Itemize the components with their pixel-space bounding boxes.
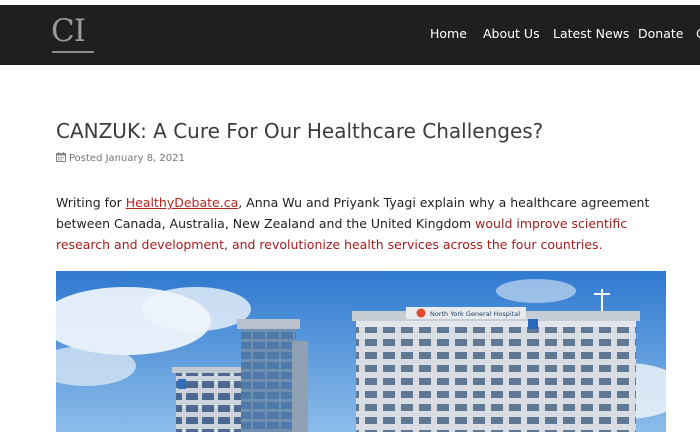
posted-date: Posted January 8, 2021 (69, 153, 185, 164)
logo-underline (52, 51, 94, 53)
post-meta: Posted January 8, 2021 (56, 152, 185, 167)
nav-latest-news[interactable]: Latest News (553, 26, 629, 42)
building-sign: North York General Hospital (430, 310, 520, 318)
intro-prefix: Writing for (56, 195, 126, 210)
article-title: CANZUK: A Cure For Our Healthcare Challe… (56, 119, 544, 143)
nav-home[interactable]: Home (430, 26, 467, 42)
site-header: CI Home About Us Latest News Donate C (0, 5, 700, 65)
nav-about-us[interactable]: About Us (483, 26, 540, 42)
healthydebate-link[interactable]: HealthyDebate.ca (126, 195, 238, 210)
site-logo[interactable]: CI (51, 13, 86, 49)
nav-donate[interactable]: Donate (638, 26, 683, 42)
article-intro: Writing for HealthyDebate.ca, Anna Wu an… (56, 192, 676, 255)
nav-item-cut-off[interactable]: C (696, 26, 700, 42)
hospital-photo: North York General Hospital (56, 271, 666, 432)
hospital-illustration: North York General Hospital (56, 271, 666, 432)
calendar-icon (56, 152, 66, 167)
